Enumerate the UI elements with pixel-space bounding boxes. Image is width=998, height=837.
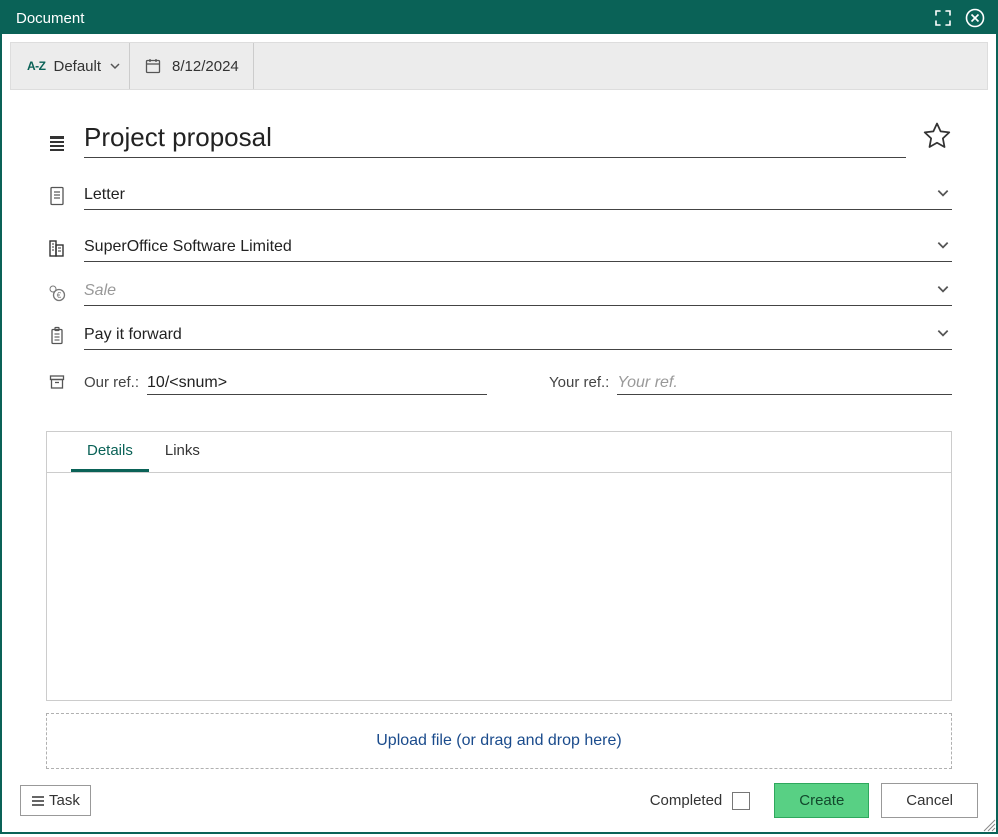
archive-icon — [46, 373, 68, 395]
template-select[interactable] — [84, 184, 952, 206]
company-icon — [46, 238, 68, 262]
cancel-button[interactable]: Cancel — [881, 783, 978, 818]
calendar-icon — [144, 57, 162, 75]
window-title: Document — [16, 10, 932, 27]
completed-checkbox[interactable] — [732, 792, 750, 810]
resize-grip[interactable] — [980, 816, 996, 832]
toolbar: A-Z Default 8/12/2024 — [10, 42, 988, 90]
completed-label: Completed — [650, 792, 723, 809]
language-selector[interactable]: A-Z Default — [19, 43, 130, 89]
svg-text:€: € — [57, 291, 62, 300]
your-ref-label: Your ref.: — [549, 374, 609, 395]
date-picker[interactable]: 8/12/2024 — [130, 43, 254, 89]
tab-links[interactable]: Links — [149, 432, 216, 472]
document-type-icon — [46, 134, 68, 158]
task-button[interactable]: Task — [20, 785, 91, 816]
our-ref-input[interactable] — [147, 372, 487, 394]
project-row — [46, 320, 952, 350]
tab-details[interactable]: Details — [71, 432, 149, 472]
project-select[interactable] — [84, 324, 952, 346]
template-icon — [46, 186, 68, 210]
window-buttons — [932, 7, 986, 29]
form-area: € Our ref.: Your ref.: — [2, 90, 996, 773]
your-ref-input[interactable] — [617, 372, 952, 394]
task-button-label: Task — [49, 792, 80, 809]
language-value: Default — [54, 58, 102, 75]
template-row — [46, 180, 952, 210]
our-ref-label: Our ref.: — [84, 374, 139, 395]
date-value: 8/12/2024 — [172, 58, 239, 75]
tab-body-details — [47, 473, 951, 700]
favorite-star-icon[interactable] — [922, 121, 952, 158]
company-select[interactable] — [84, 236, 952, 258]
reference-row: Our ref.: Your ref.: — [46, 372, 952, 395]
menu-icon — [31, 795, 45, 807]
title-row — [46, 120, 952, 158]
project-icon — [46, 326, 68, 350]
footer: Task Completed Create Cancel — [2, 773, 996, 832]
sale-icon: € — [46, 284, 68, 306]
completed-wrap: Completed — [650, 792, 751, 810]
tabs-strip: Details Links — [47, 432, 951, 473]
upload-zone[interactable]: Upload file (or drag and drop here) — [46, 713, 952, 769]
create-button[interactable]: Create — [774, 783, 869, 818]
fullscreen-icon[interactable] — [932, 7, 954, 29]
title-input[interactable] — [84, 120, 906, 157]
sale-select[interactable] — [84, 280, 952, 302]
titlebar: Document — [2, 2, 996, 34]
close-icon[interactable] — [964, 7, 986, 29]
company-row — [46, 232, 952, 262]
sale-row: € — [46, 276, 952, 306]
chevron-down-icon — [109, 60, 121, 72]
details-panel: Details Links — [46, 431, 952, 701]
sort-az-icon: A-Z — [27, 59, 46, 73]
